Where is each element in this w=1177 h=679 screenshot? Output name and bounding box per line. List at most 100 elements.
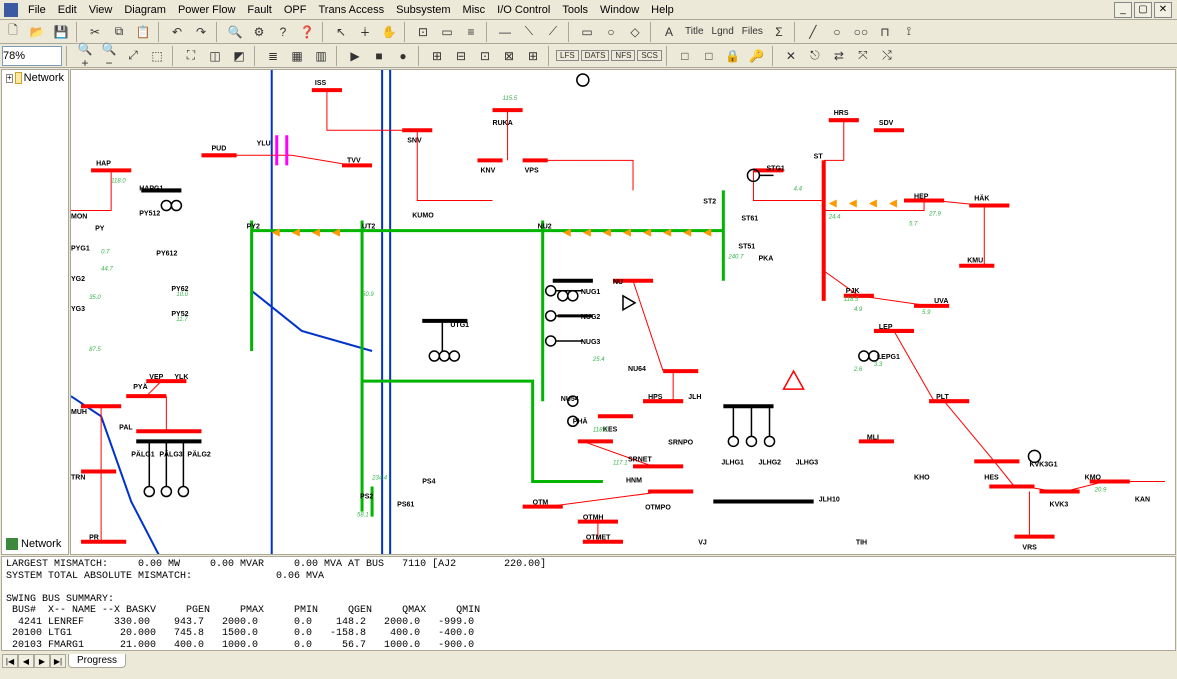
net4-button[interactable]: ⤧ <box>852 46 874 66</box>
line-dn-tool[interactable]: ⟍ <box>518 22 540 42</box>
undo-button[interactable]: ↶ <box>166 22 188 42</box>
svg-text:PHÄ: PHÄ <box>573 417 588 425</box>
zoom-out-button[interactable]: 🔍− <box>98 46 120 66</box>
poly-tool[interactable]: ◇ <box>624 22 646 42</box>
menu-tools[interactable]: Tools <box>556 2 594 18</box>
legend-tool[interactable]: Lgnd <box>709 26 737 37</box>
menu-view[interactable]: View <box>83 2 119 18</box>
menu-misc[interactable]: Misc <box>457 2 492 18</box>
svg-text:58.1: 58.1 <box>357 513 369 519</box>
pointer-tool[interactable]: ↖ <box>330 22 352 42</box>
grp4-button[interactable]: ⊠ <box>498 46 520 66</box>
toggle2-button[interactable]: ◩ <box>228 46 250 66</box>
files-tool[interactable]: Files <box>739 26 766 37</box>
window-minimize-button[interactable]: _ <box>1114 2 1132 18</box>
svg-text:10.0: 10.0 <box>176 292 188 298</box>
grp5-button[interactable]: ⊞ <box>522 46 544 66</box>
shape3-tool[interactable]: ○○ <box>850 22 872 42</box>
output-panel[interactable]: LARGEST MISMATCH: 0.00 MW 0.00 MVAR 0.00… <box>1 556 1176 651</box>
menu-help[interactable]: Help <box>645 2 680 18</box>
dats-button[interactable]: DATS <box>581 50 610 61</box>
tab-next-button[interactable]: ▶ <box>34 654 50 668</box>
node-tool[interactable]: ⊡ <box>412 22 434 42</box>
zoom-all-button[interactable]: ⤢ <box>122 46 144 66</box>
menu-fault[interactable]: Fault <box>241 2 277 18</box>
redo-button[interactable]: ↷ <box>190 22 212 42</box>
window-close-button[interactable]: ✕ <box>1154 2 1172 18</box>
menu-diagram[interactable]: Diagram <box>118 2 172 18</box>
run-button[interactable]: ▶ <box>344 46 366 66</box>
bus-tool[interactable]: ▭ <box>436 22 458 42</box>
net1-button[interactable]: ✕ <box>780 46 802 66</box>
menu-subsystem[interactable]: Subsystem <box>390 2 456 18</box>
find-button[interactable]: 🔍 <box>224 22 246 42</box>
grid1-button[interactable]: ▦ <box>286 46 308 66</box>
zoom-window-button[interactable]: ⬚ <box>146 46 168 66</box>
tab-first-button[interactable]: |◀ <box>2 654 18 668</box>
shape5-tool[interactable]: ⟟ <box>898 22 920 42</box>
svg-text:VRS: VRS <box>1022 545 1037 552</box>
fit-button[interactable]: ⛶ <box>180 46 202 66</box>
diagram-viewport[interactable]: ISS RUKA SNV KNV VPS HRS SDV HAP PUD YLU… <box>70 69 1176 555</box>
lock-button[interactable]: 🔒 <box>722 46 744 66</box>
new-button[interactable]: 🗋 <box>2 22 24 42</box>
cut-button[interactable]: ✂ <box>84 22 106 42</box>
tree-network-icon[interactable]: Network <box>6 538 61 550</box>
tab-prev-button[interactable]: ◀ <box>18 654 34 668</box>
line-up-tool[interactable]: ⟋ <box>542 22 564 42</box>
help-button[interactable]: ❓ <box>296 22 318 42</box>
menu-iocontrol[interactable]: I/O Control <box>491 2 556 18</box>
tree-panel[interactable]: + Network Network <box>1 69 69 555</box>
stop-button[interactable]: ■ <box>368 46 390 66</box>
svg-text:HAP: HAP <box>96 160 111 167</box>
menu-window[interactable]: Window <box>594 2 645 18</box>
menu-edit[interactable]: Edit <box>52 2 83 18</box>
key-button[interactable]: 🔑 <box>746 46 768 66</box>
toggle1-button[interactable]: ◫ <box>204 46 226 66</box>
menu-transaccess[interactable]: Trans Access <box>313 2 391 18</box>
net5-button[interactable]: ⤭ <box>876 46 898 66</box>
options-button[interactable]: ⚙ <box>248 22 270 42</box>
tree-expand-icon[interactable]: + <box>6 74 13 83</box>
window-restore-button[interactable]: ▢ <box>1134 2 1152 18</box>
rect-tool[interactable]: ▭ <box>576 22 598 42</box>
nfs-button[interactable]: NFS <box>611 50 635 61</box>
record-button[interactable]: ● <box>392 46 414 66</box>
copy-button[interactable]: ⧉ <box>108 22 130 42</box>
layer-button[interactable]: ≣ <box>262 46 284 66</box>
tab-progress[interactable]: Progress <box>68 654 126 668</box>
menu-powerflow[interactable]: Power Flow <box>172 2 241 18</box>
tree-root-item[interactable]: + Network <box>2 70 68 86</box>
grid2-button[interactable]: ▥ <box>310 46 332 66</box>
lfs-button[interactable]: LFS <box>556 50 579 61</box>
title-tool[interactable]: Title <box>682 26 707 37</box>
grp2-button[interactable]: ⊟ <box>450 46 472 66</box>
grid2-icon: ▥ <box>315 49 326 63</box>
move-tool[interactable]: ∔ <box>354 22 376 42</box>
net2-button[interactable]: ⎋ <box>804 46 826 66</box>
box1-button[interactable]: □ <box>674 46 696 66</box>
menu-opf[interactable]: OPF <box>278 2 313 18</box>
line-h-tool[interactable]: — <box>494 22 516 42</box>
paste-button[interactable]: 📋 <box>132 22 154 42</box>
shape1-tool[interactable]: ╱ <box>802 22 824 42</box>
grp3-button[interactable]: ⊡ <box>474 46 496 66</box>
scs-button[interactable]: SCS <box>637 50 661 61</box>
save-button[interactable]: 💾 <box>50 22 72 42</box>
info-button[interactable]: ? <box>272 22 294 42</box>
grp1-button[interactable]: ⊞ <box>426 46 448 66</box>
zoom-in-button[interactable]: 🔍+ <box>74 46 96 66</box>
tab-last-button[interactable]: ▶| <box>50 654 66 668</box>
zoom-combo[interactable] <box>2 46 62 66</box>
pan-tool[interactable]: ✋ <box>378 22 400 42</box>
box2-button[interactable]: □ <box>698 46 720 66</box>
open-button[interactable]: 📂 <box>26 22 48 42</box>
shape4-tool[interactable]: ⊓ <box>874 22 896 42</box>
align-tool[interactable]: ≡ <box>460 22 482 42</box>
shape2-tool[interactable]: ○ <box>826 22 848 42</box>
text-tool[interactable]: A <box>658 22 680 42</box>
menu-file[interactable]: File <box>22 2 52 18</box>
sum-tool[interactable]: Σ <box>768 22 790 42</box>
net3-button[interactable]: ⇄ <box>828 46 850 66</box>
circle-tool[interactable]: ○ <box>600 22 622 42</box>
